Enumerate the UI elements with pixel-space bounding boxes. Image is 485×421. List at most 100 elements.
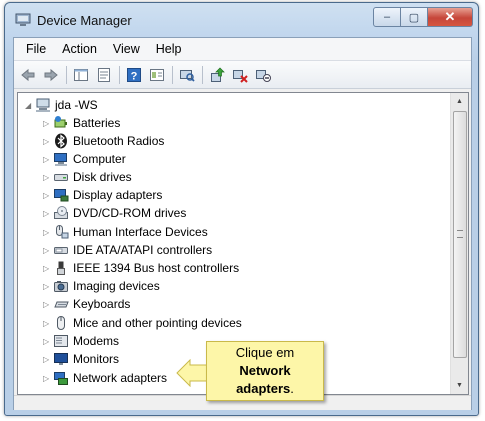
properties-button[interactable] [94, 65, 114, 85]
scroll-up-button[interactable]: ▲ [451, 93, 468, 110]
tree-item-label: Display adapters [73, 188, 163, 202]
tree-item-modems[interactable]: ▷ Modems [43, 332, 119, 350]
callout-line-2: Network [239, 363, 291, 378]
tree-item-human-interface-devices[interactable]: ▷ Human Interface Devices [43, 223, 208, 241]
tree-item-keyboards[interactable]: ▷ Keyboards [43, 295, 130, 313]
expand-icon[interactable]: ▷ [43, 300, 53, 309]
callout-line-1: Clique em [235, 345, 295, 360]
expand-icon[interactable]: ▷ [43, 246, 53, 255]
scroll-thumb[interactable] [453, 111, 467, 358]
tree-item-label: Human Interface Devices [73, 225, 208, 239]
scroll-down-button[interactable]: ▼ [451, 377, 468, 394]
tree-item-imaging-devices[interactable]: ▷ Imaging devices [43, 277, 160, 295]
uninstall-icon [233, 69, 248, 83]
mouse-icon [53, 315, 69, 331]
tree-item-ide-ata-atapi-controllers[interactable]: ▷ IDE ATA/ATAPI controllers [43, 241, 212, 259]
menu-file[interactable]: File [18, 42, 54, 56]
minimize-button[interactable]: – [373, 7, 401, 27]
disk-drive-icon [53, 169, 69, 185]
battery-icon [53, 115, 69, 131]
help-button[interactable]: ? [124, 65, 144, 85]
tree-item-ieee-1394-bus-host-controllers[interactable]: ▷ IEEE 1394 Bus host controllers [43, 259, 239, 277]
expand-icon[interactable]: ▷ [43, 337, 53, 346]
toolbar-separator [119, 65, 120, 84]
callout-period: . [290, 381, 294, 396]
network-adapter-icon [53, 370, 69, 386]
scan-hardware-icon [180, 69, 195, 82]
expand-icon[interactable]: ▷ [43, 191, 53, 200]
tree-item-label: Imaging devices [73, 279, 160, 293]
tree-item-dvd-cd-rom-drives[interactable]: ▷ DVD/CD-ROM drives [43, 204, 186, 222]
title-bar[interactable]: Device Manager – ▢ ✕ [5, 3, 478, 37]
expand-icon[interactable]: ▷ [43, 137, 53, 146]
callout-arrow-icon [176, 359, 208, 387]
properties-icon [98, 67, 110, 82]
expand-icon[interactable]: ▷ [43, 173, 53, 182]
uninstall-button[interactable] [230, 65, 250, 85]
expand-icon[interactable]: ▷ [43, 228, 53, 237]
view-button[interactable] [147, 65, 167, 85]
console-tree-button[interactable] [71, 65, 91, 85]
expand-icon[interactable]: ▷ [43, 209, 53, 218]
scan-hardware-button[interactable] [177, 65, 197, 85]
tree-item-label: Computer [73, 152, 126, 166]
monitor-icon [53, 351, 69, 367]
expand-icon[interactable]: ▷ [43, 319, 53, 328]
menu-bar: File Action View Help [14, 38, 471, 61]
toolbar-separator [202, 65, 203, 84]
minimize-icon: – [383, 11, 391, 23]
tree-root-label: jda -WS [55, 98, 98, 112]
maximize-button[interactable]: ▢ [401, 7, 428, 27]
expand-icon[interactable]: ▷ [43, 264, 53, 273]
tree-item-monitors[interactable]: ▷ Monitors [43, 350, 119, 368]
close-button[interactable]: ✕ [428, 7, 473, 27]
forward-button[interactable] [41, 65, 61, 85]
expand-icon[interactable]: ▷ [43, 155, 53, 164]
close-icon: ✕ [444, 9, 456, 24]
ide-controller-icon [53, 242, 69, 258]
callout-line-3: adapters [236, 381, 291, 396]
tree-item-label: Keyboards [73, 297, 131, 311]
menu-help[interactable]: Help [148, 42, 190, 56]
window-title: Device Manager [37, 13, 132, 28]
bluetooth-icon [53, 133, 69, 149]
expand-icon[interactable]: ▷ [43, 355, 53, 364]
back-button[interactable] [18, 65, 38, 85]
disable-button[interactable] [253, 65, 273, 85]
modem-icon [53, 333, 69, 349]
menu-view[interactable]: View [105, 42, 148, 56]
console-tree-icon [74, 68, 88, 81]
tree-item-mice-and-other-pointing-devices[interactable]: ▷ Mice and other pointing devices [43, 314, 242, 332]
tree-item-label: Mice and other pointing devices [73, 316, 242, 330]
help-icon: ? [127, 67, 141, 82]
tree-item-label: Disk drives [73, 170, 132, 184]
update-driver-icon [211, 67, 225, 82]
tree-item-label: IEEE 1394 Bus host controllers [73, 261, 240, 275]
computer-icon [53, 151, 69, 167]
expand-icon[interactable]: ▷ [43, 282, 53, 291]
collapse-icon[interactable]: ◢ [25, 101, 35, 110]
tree-item-bluetooth-radios[interactable]: ▷ Bluetooth Radios [43, 132, 164, 150]
toolbar: ? [14, 61, 471, 89]
svg-text:?: ? [131, 70, 138, 82]
vertical-scrollbar[interactable]: ▲ ▼ [450, 93, 468, 394]
keyboard-icon [53, 296, 69, 312]
tree-item-label: Monitors [73, 352, 120, 366]
tree-item-label: Bluetooth Radios [73, 134, 165, 148]
tutorial-callout: Clique em Network adapters. [206, 341, 324, 401]
tree-item-label: Network adapters [73, 371, 168, 385]
tree-item-label: Modems [73, 334, 120, 348]
expand-icon[interactable]: ▷ [43, 374, 53, 383]
tree-item-display-adapters[interactable]: ▷ Display adapters [43, 186, 162, 204]
hid-icon [53, 224, 69, 240]
tree-item-batteries[interactable]: ▷ Batteries [43, 114, 120, 132]
menu-action[interactable]: Action [54, 42, 105, 56]
toolbar-separator [66, 65, 67, 84]
tree-item-computer[interactable]: ▷ Computer [43, 150, 126, 168]
tree-item-disk-drives[interactable]: ▷ Disk drives [43, 168, 132, 186]
expand-icon[interactable]: ▷ [43, 119, 53, 128]
tree-item-network-adapters[interactable]: ▷ Network adapters [43, 369, 167, 387]
forward-icon [44, 68, 58, 81]
update-driver-button[interactable] [207, 65, 227, 85]
tree-root[interactable]: ◢ jda -WS [25, 96, 98, 114]
